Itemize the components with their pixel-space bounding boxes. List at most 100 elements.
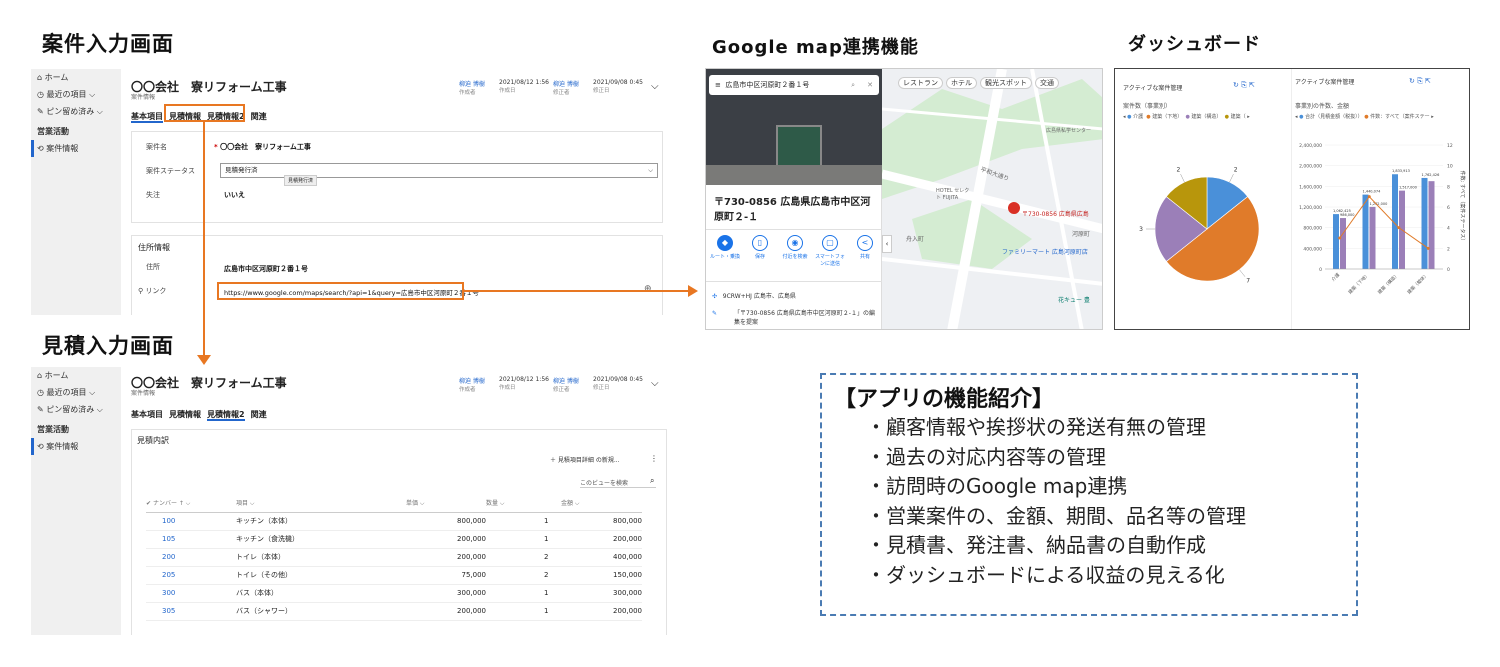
pie-legend: ◂ ● 介護 ● 建築（下地） ● 建築（構造） ● 建築（ ▸: [1123, 114, 1250, 120]
estimate-section-title: 見積内訳: [137, 436, 169, 445]
plus-code[interactable]: ✣ 9CRW+HJ 広島市、広島県: [712, 291, 796, 300]
row-number[interactable]: 300: [146, 584, 236, 603]
map-filter-bar: レストラン ホテル 観光スポット 交通: [898, 77, 1059, 89]
col-qty[interactable]: 数量 ⌵: [486, 494, 561, 513]
refresh-icon[interactable]: ↻ ⎘ ⇱: [1233, 81, 1255, 90]
address-value[interactable]: 広島市中区河原町２番１号: [224, 264, 308, 274]
search-icon[interactable]: ⌕: [851, 75, 855, 95]
dashboard-title: ダッシュボード: [1128, 34, 1261, 55]
bar[interactable]: [1428, 181, 1435, 269]
pie-legend-0: 介護: [1133, 114, 1144, 120]
row-price: 200,000: [406, 530, 486, 549]
sidebar-item-home[interactable]: ⌂ ホーム: [31, 367, 121, 384]
tab-basic[interactable]: 基本項目: [131, 112, 163, 123]
table-row[interactable]: 100 キッチン（本体） 800,000 1 800,000: [146, 512, 642, 531]
sidebar-item-home[interactable]: ⌂ ホーム: [31, 69, 121, 86]
sidebar-item-case-info[interactable]: ⟲ 案件情報: [31, 140, 121, 157]
search-icon[interactable]: ⌕: [650, 476, 654, 486]
table-row[interactable]: 300 バス（本体） 300,000 1 300,000: [146, 584, 642, 603]
row-number[interactable]: 200: [146, 548, 236, 567]
row-number[interactable]: 305: [146, 602, 236, 621]
row-item: トイレ（その他）: [236, 566, 406, 585]
y-tick-label: 2,400,000: [1299, 143, 1322, 149]
line-point[interactable]: [1426, 246, 1430, 250]
sidebar-item-pinned[interactable]: ✎ ピン留め済み ⌵: [31, 401, 121, 418]
sidebar-2: ⌂ ホーム ◷ 最近の項目 ⌵ ✎ ピン留め済み ⌵ 営業活動 ⟲ 案件情報: [31, 367, 121, 635]
send-to-phone-button[interactable]: ▢ スマートフォンに送信: [815, 235, 845, 267]
y-tick-label: 1,600,000: [1299, 184, 1322, 190]
map-canvas[interactable]: ファミリーマート 広島河原町店: [882, 69, 1103, 330]
share-icon: <: [857, 235, 873, 251]
save-button[interactable]: ▯ 保存: [745, 235, 775, 267]
creator: 柳迫 博樹 作成者: [459, 81, 485, 96]
row-number[interactable]: 105: [146, 530, 236, 549]
tab-estimate2[interactable]: 見積情報2: [207, 410, 245, 421]
estimate-table: ✔ ナンバー ↑ ⌵ 項目 ⌵ 単価 ⌵ 数量 ⌵ 金額 ⌵ 100 キッチン（本…: [146, 494, 642, 621]
pencil-icon: ✎: [712, 310, 718, 317]
col-amount[interactable]: 金額 ⌵: [561, 494, 642, 513]
close-icon[interactable]: ✕: [867, 75, 873, 95]
col-item[interactable]: 項目 ⌵: [236, 494, 406, 513]
tab-basic[interactable]: 基本項目: [131, 410, 163, 419]
link-highlight: [217, 282, 464, 300]
sidebar-item-case-info[interactable]: ⟲ 案件情報: [31, 438, 121, 455]
bar[interactable]: [1369, 206, 1376, 269]
view-search-input[interactable]: このビューを検索: [580, 478, 656, 488]
row-amount: 400,000: [561, 548, 642, 567]
table-row[interactable]: 105 キッチン（食洗機） 200,000 1 200,000: [146, 530, 642, 549]
x-tick-label: 建築（躯体）: [1406, 271, 1430, 295]
pie-leader-line: [1239, 269, 1246, 277]
bar[interactable]: [1362, 194, 1369, 269]
row-number[interactable]: 100: [146, 512, 236, 531]
line-point[interactable]: [1367, 195, 1371, 199]
lost-value[interactable]: いいえ: [224, 190, 245, 200]
bar-legend-0: 合計（見積金額（税抜））: [1305, 114, 1363, 120]
sidebar-item-recent[interactable]: ◷ 最近の項目 ⌵: [31, 384, 121, 401]
more-icon[interactable]: ⋮: [650, 454, 658, 463]
case-name-value[interactable]: * 〇〇会社 寮リフォーム工事: [214, 142, 311, 152]
nearby-button[interactable]: ◉ 付近を検索: [780, 235, 810, 267]
filter-chip-transit[interactable]: 交通: [1035, 77, 1059, 89]
pie-slice-label: 2: [1176, 167, 1180, 174]
menu-icon[interactable]: ≡: [715, 81, 721, 89]
filter-chip-hotel[interactable]: ホテル: [946, 77, 977, 89]
col-number[interactable]: ✔ ナンバー ↑ ⌵: [146, 494, 236, 513]
bar[interactable]: [1421, 177, 1428, 269]
map-search-input[interactable]: ≡ 広島市中区河原町２番１号 ⌕ ✕: [709, 75, 879, 95]
tab-estimate[interactable]: 見積情報: [169, 410, 201, 419]
globe-icon[interactable]: ⊕: [644, 284, 652, 294]
suggest-edit[interactable]: ✎ 「〒730-0856 広島県広島市中区河原町２-１」の編集を提案: [712, 309, 878, 327]
filter-chip-sightseeing[interactable]: 観光スポット: [980, 77, 1032, 89]
collapse-panel-icon[interactable]: ‹: [882, 235, 892, 253]
new-estimate-item-button[interactable]: ＋ 見積項目詳細 の新規...: [550, 455, 620, 464]
share-button[interactable]: < 共有: [850, 235, 880, 267]
row-amount: 200,000: [561, 602, 642, 621]
map-label: HOTEL セレクト FUJITA: [936, 188, 970, 201]
sidebar-item-recent[interactable]: ◷ 最近の項目 ⌵: [31, 86, 121, 103]
sidebar-item-pinned[interactable]: ✎ ピン留め済み ⌵: [31, 103, 121, 120]
bar[interactable]: [1333, 214, 1339, 269]
table-row[interactable]: 305 バス（シャワー） 200,000 1 200,000: [146, 602, 642, 621]
bar[interactable]: [1340, 218, 1346, 269]
route-button[interactable]: ◆ ルート・乗換: [710, 235, 740, 267]
line-point[interactable]: [1397, 226, 1401, 230]
pie-legend-2: 建築（構造）: [1191, 114, 1222, 120]
chevron-down-icon[interactable]: ⌵: [651, 378, 659, 389]
refresh-icon[interactable]: ↻ ⎘ ⇱: [1409, 77, 1431, 86]
col-price[interactable]: 単価 ⌵: [406, 494, 486, 513]
row-number[interactable]: 205: [146, 566, 236, 585]
map-title: Google map連携機能: [712, 37, 919, 58]
table-row[interactable]: 205 トイレ（その他） 75,000 2 150,000: [146, 566, 642, 585]
chevron-down-icon[interactable]: ⌵: [651, 81, 659, 92]
pie-slice-label: 3: [1139, 226, 1143, 233]
line-point[interactable]: [1338, 236, 1342, 240]
tab-related[interactable]: 関連: [251, 112, 267, 121]
filter-chip-restaurant[interactable]: レストラン: [898, 77, 943, 89]
feature-item: ・見積書、発注書、納品書の自動作成: [866, 533, 1206, 557]
case-screen: ⌂ ホーム ◷ 最近の項目 ⌵ ✎ ピン留め済み ⌵ 営業活動 ⟲ 案件情報 〇…: [30, 68, 670, 316]
row-amount: 800,000: [561, 512, 642, 531]
case-name-label: 案件名: [146, 143, 167, 151]
tab-related[interactable]: 関連: [251, 410, 267, 419]
row-item: トイレ（本体）: [236, 548, 406, 567]
table-row[interactable]: 200 トイレ（本体） 200,000 2 400,000: [146, 548, 642, 567]
